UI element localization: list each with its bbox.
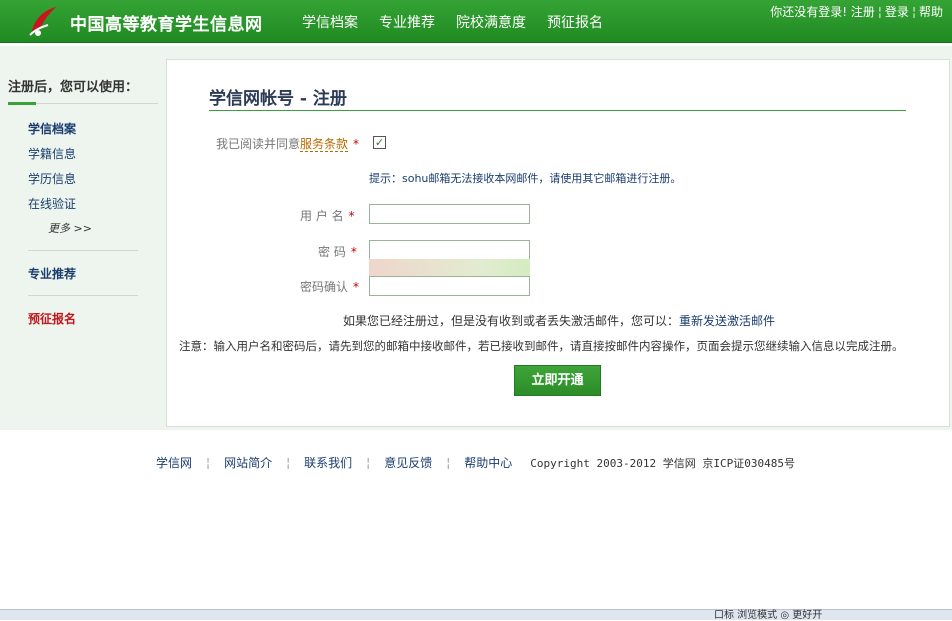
browser-status-bar: 口标 浏览模式 ◎ 更好开 — [0, 609, 952, 621]
sohu-tip: 提示：sohu邮箱无法接收本网邮件，请使用其它邮箱进行注册。 — [369, 172, 682, 185]
resend-note: 如果您已经注册过，但是没有收到或者丢失激活邮件，您可以：重新发送激活邮件 — [343, 312, 775, 329]
footer-link-about[interactable]: 网站简介 — [224, 454, 272, 471]
resend-activation-link[interactable]: 重新发送激活邮件 — [679, 314, 775, 328]
main-nav: 学信档案 专业推荐 院校满意度 预征报名 — [302, 12, 603, 32]
password-input[interactable] — [369, 240, 530, 260]
help-link[interactable]: 帮助 — [919, 5, 943, 19]
nav-enlist[interactable]: 预征报名 — [547, 12, 603, 32]
required-mark: * — [353, 280, 360, 294]
password-confirm-label: 密码确认 — [300, 280, 349, 294]
page-title: 学信网帐号 - 注册 — [209, 89, 347, 109]
resend-prefix: 如果您已经注册过，但是没有收到或者丢失激活邮件，您可以： — [343, 314, 680, 328]
login-link[interactable]: 登录 — [885, 5, 909, 19]
register-notice: 注意：输入用户名和密码后，请先到您的邮箱中接收邮件，若已接收到邮件，请直接按邮件… — [179, 339, 904, 353]
divider: ¦ — [286, 455, 291, 470]
sidebar-title: 注册后，您可以使用： — [8, 80, 139, 95]
footer: 学信网 ¦ 网站简介 ¦ 联系我们 ¦ 意见反馈 ¦ 帮助中心 Copyrigh… — [156, 454, 795, 471]
footer-link-help[interactable]: 帮助中心 — [464, 454, 512, 471]
submit-button[interactable]: 立即开通 — [514, 365, 601, 396]
site-logo-icon[interactable] — [26, 3, 60, 39]
register-link[interactable]: 注册 — [851, 5, 875, 19]
required-mark: * — [353, 137, 360, 151]
required-mark: * — [348, 209, 355, 223]
footer-link-contact[interactable]: 联系我们 — [304, 454, 352, 471]
title-underline — [209, 110, 906, 111]
sidebar-item-verify[interactable]: 在线验证 — [28, 195, 76, 212]
agree-row: 我已阅读并同意服务条款 * — [216, 135, 359, 152]
username-row: 用 户 名 * — [300, 207, 355, 224]
username-input[interactable] — [369, 204, 530, 224]
username-label: 用 户 名 — [300, 209, 344, 223]
password-label: 密 码 — [318, 245, 346, 259]
sidebar-more-link[interactable]: 更多 >> — [48, 220, 92, 236]
sidebar-accent — [8, 102, 36, 105]
sidebar-item-archive[interactable]: 学信档案 — [28, 120, 76, 137]
password-confirm-row: 密码确认 * — [300, 278, 359, 295]
agree-checkbox[interactable]: ✓ — [373, 136, 386, 149]
terms-link[interactable]: 服务条款 — [300, 137, 349, 152]
divider: ¦ — [366, 455, 371, 470]
login-status-text: 你还没有登录! — [770, 5, 848, 19]
password-strength-meter — [369, 259, 530, 277]
top-links: 你还没有登录! 注册 ¦ 登录 ¦ 帮助 — [770, 3, 943, 20]
nav-archive[interactable]: 学信档案 — [302, 12, 358, 32]
required-mark: * — [350, 245, 357, 259]
password-confirm-input[interactable] — [369, 276, 530, 296]
nav-major-recommend[interactable]: 专业推荐 — [379, 12, 435, 32]
site-title[interactable]: 中国高等教育学生信息网 — [70, 10, 263, 35]
divider: ¦ — [206, 455, 211, 470]
sidebar-item-recommend[interactable]: 专业推荐 — [28, 265, 76, 282]
sidebar-item-enrollment[interactable]: 学籍信息 — [28, 145, 76, 162]
footer-link-feedback[interactable]: 意见反馈 — [384, 454, 432, 471]
copyright-text: Copyright 2003-2012 学信网 京ICP证030485号 — [530, 456, 795, 470]
footer-link-home[interactable]: 学信网 — [156, 454, 192, 471]
password-row: 密 码 * — [318, 243, 357, 260]
sidebar-item-degree[interactable]: 学历信息 — [28, 170, 76, 187]
sidebar-divider — [28, 250, 138, 251]
nav-school-satisfaction[interactable]: 院校满意度 — [456, 12, 526, 32]
divider: ¦ — [911, 5, 916, 19]
top-header: 中国高等教育学生信息网 学信档案 专业推荐 院校满意度 预征报名 你还没有登录!… — [0, 0, 952, 43]
divider: ¦ — [877, 5, 882, 19]
agree-label: 我已阅读并同意 — [216, 137, 301, 151]
status-bar-text: 口标 浏览模式 ◎ 更好开 — [714, 610, 823, 621]
sidebar: 注册后，您可以使用： 学信档案 学籍信息 学历信息 在线验证 更多 >> 专业推… — [0, 46, 165, 430]
divider: ¦ — [446, 455, 451, 470]
sidebar-divider — [28, 295, 138, 296]
sidebar-item-enlist[interactable]: 预征报名 — [28, 310, 76, 327]
register-panel: 学信网帐号 - 注册 我已阅读并同意服务条款 * ✓ 提示：sohu邮箱无法接收本… — [166, 59, 950, 427]
